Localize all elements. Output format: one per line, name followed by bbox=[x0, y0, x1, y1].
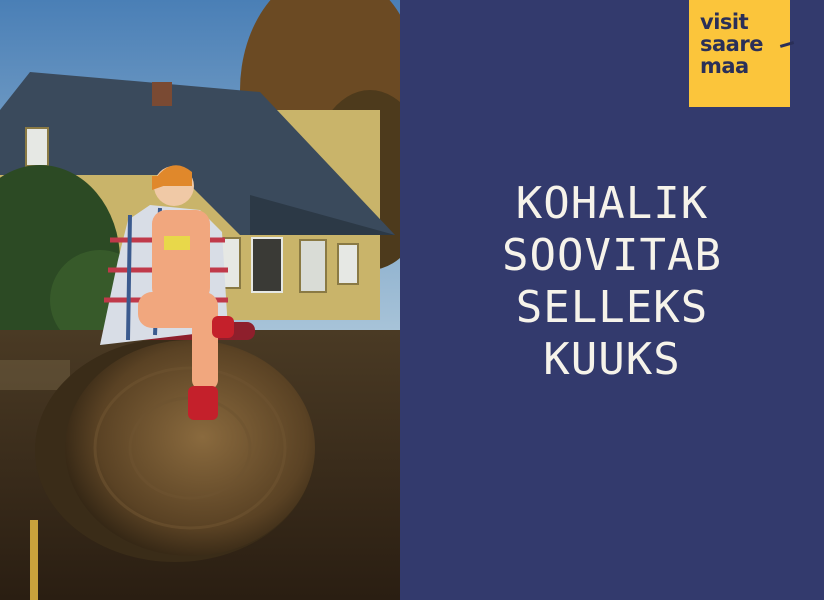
text-panel: visit saare maa KOHALIK SOOVITAB SELLEKS… bbox=[400, 0, 824, 600]
window bbox=[337, 243, 359, 285]
window bbox=[25, 127, 49, 167]
logo-line-2-text: saare bbox=[700, 32, 763, 56]
hero-photo bbox=[0, 0, 400, 600]
window bbox=[299, 239, 327, 293]
headline-line-2: SOOVITAB bbox=[502, 230, 722, 281]
headline-line-4: KUUKS bbox=[543, 334, 681, 385]
logo-dash bbox=[779, 41, 795, 48]
logo-line-2: saare bbox=[700, 32, 795, 56]
hero-photo-illustration bbox=[0, 0, 400, 600]
headline-line-3: SELLEKS bbox=[515, 282, 709, 333]
fence bbox=[0, 360, 70, 390]
window bbox=[251, 237, 283, 293]
visit-saaremaa-logo[interactable]: visit saare maa bbox=[689, 0, 795, 107]
headline-line-1: KOHALIK bbox=[515, 178, 709, 229]
stake bbox=[30, 520, 38, 600]
chimney bbox=[152, 82, 172, 106]
logo-line-3: maa bbox=[700, 54, 749, 78]
hay-bale bbox=[35, 338, 315, 562]
logo-line-1: visit bbox=[700, 10, 749, 34]
headline: KOHALIK SOOVITAB SELLEKS KUUKS bbox=[400, 178, 824, 386]
